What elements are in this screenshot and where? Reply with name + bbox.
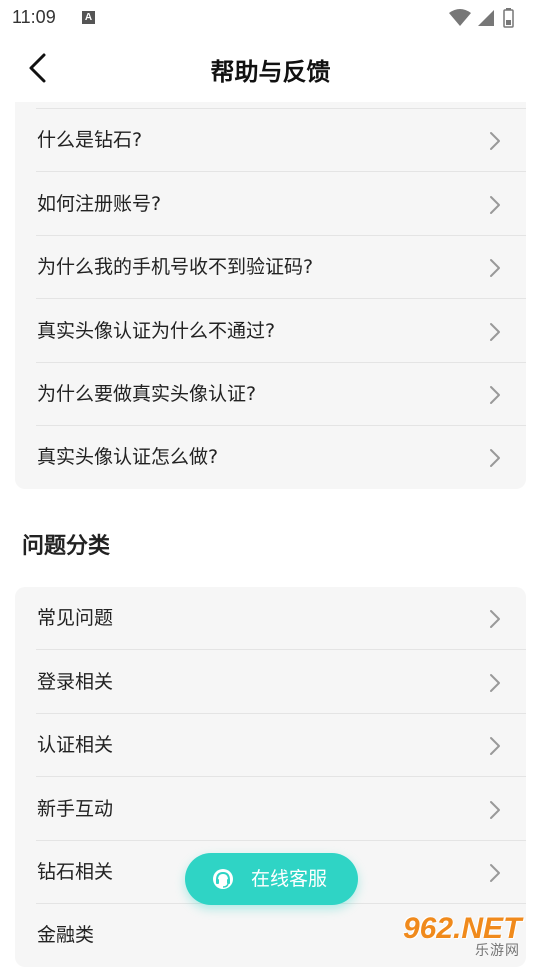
faq-item[interactable]: 真实头像认证怎么做? (15, 426, 526, 489)
watermark-sub-text: 乐游网 (475, 943, 520, 959)
faq-item[interactable]: 真实头像认证为什么不通过? (15, 300, 526, 363)
faq-item-label: 如何注册账号? (37, 193, 162, 215)
chevron-right-icon (490, 449, 500, 467)
chevron-right-icon (490, 386, 500, 404)
faq-item[interactable]: 为什么我的手机号收不到验证码? (15, 236, 526, 299)
category-item[interactable]: 认证相关 (15, 714, 526, 777)
chevron-right-icon (490, 610, 500, 628)
chevron-right-icon (490, 801, 500, 819)
status-icons (449, 8, 529, 28)
divider (36, 776, 526, 777)
header: 帮助与反馈 (0, 36, 541, 102)
category-item-label: 钻石相关 (37, 861, 114, 883)
faq-item-label: 真实头像认证为什么不通过? (37, 320, 276, 342)
category-item-label: 新手互动 (37, 798, 114, 820)
status-bar: 11:09 A (0, 0, 541, 36)
chevron-right-icon (490, 323, 500, 341)
notification-a-icon: A (82, 11, 95, 24)
chevron-right-icon (490, 674, 500, 692)
chevron-right-icon (490, 737, 500, 755)
category-item-label: 常见问题 (37, 607, 114, 629)
wifi-icon (449, 9, 471, 26)
chevron-right-icon (490, 132, 500, 150)
online-service-button[interactable]: 在线客服 (185, 853, 358, 905)
signal-icon (478, 10, 494, 26)
category-item[interactable]: 登录相关 (15, 651, 526, 714)
divider (36, 171, 526, 172)
faq-item[interactable]: 如何注册账号? (15, 173, 526, 236)
site-watermark: 962.NET 乐游网 (403, 912, 537, 959)
faq-item-label: 为什么要做真实头像认证? (37, 383, 257, 405)
chevron-right-icon (490, 864, 500, 882)
online-service-label: 在线客服 (251, 868, 328, 890)
category-item-label: 登录相关 (37, 671, 114, 693)
faq-item-label: 真实头像认证怎么做? (37, 446, 219, 468)
faq-item-label: 什么是钻石? (37, 129, 143, 151)
divider (36, 649, 526, 650)
headset-icon (213, 869, 233, 889)
faq-card: 什么是钻石? 如何注册账号? 为什么我的手机号收不到验证码? 真实头像认证为什么… (15, 102, 526, 489)
faq-item-label: 为什么我的手机号收不到验证码? (37, 256, 314, 278)
category-card: 常见问题 登录相关 认证相关 新手互动 钻石相关 金融类 (15, 587, 526, 967)
chevron-right-icon (490, 196, 500, 214)
faq-item[interactable]: 为什么要做真实头像认证? (15, 363, 526, 426)
battery-icon (503, 8, 514, 28)
page-title: 帮助与反馈 (210, 58, 331, 86)
category-item[interactable]: 新手互动 (15, 778, 526, 841)
category-item-label: 金融类 (37, 924, 95, 946)
section-title: 问题分类 (22, 534, 111, 559)
chevron-right-icon (490, 259, 500, 277)
faq-item[interactable]: 什么是钻石? (15, 109, 526, 172)
divider (36, 298, 526, 299)
category-item[interactable]: 常见问题 (15, 587, 526, 650)
category-item-label: 认证相关 (37, 734, 114, 756)
status-time: 11:09 (12, 7, 56, 27)
